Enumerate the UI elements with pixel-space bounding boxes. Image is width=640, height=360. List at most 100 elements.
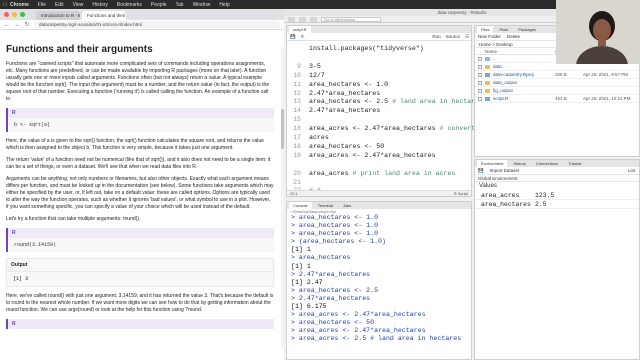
checkbox[interactable] <box>478 64 482 69</box>
file-modified: Apr 25, 2021, 9:57 PM <box>583 72 629 77</box>
menu-bookmarks[interactable]: Bookmarks <box>117 2 142 8</box>
env-scope-select[interactable]: Global Environment <box>475 175 639 182</box>
console-input-line: > area_hectares <- 1.0 <box>291 214 379 221</box>
reload-icon[interactable]: ↻ <box>24 21 30 28</box>
save-icon[interactable] <box>310 16 317 22</box>
folder-icon <box>485 64 490 69</box>
tab-packages[interactable]: Packages <box>514 26 540 33</box>
menu-app[interactable]: Chrome <box>10 2 29 8</box>
env-var-name: area_acres <box>481 192 520 199</box>
env-var-name: area_hectares <box>481 201 531 208</box>
file-type[interactable]: R Script <box>454 191 468 197</box>
checkbox[interactable] <box>478 88 482 93</box>
paragraph: Here, we've called round() with just one… <box>6 293 274 313</box>
save-icon[interactable]: 💾 <box>290 34 296 40</box>
code-line[interactable]: 3-5 <box>309 63 321 70</box>
code-line[interactable]: 2.47*area_hectares <box>309 107 380 114</box>
file-row[interactable]: data_output <box>475 79 639 87</box>
browser-tab-active[interactable]: Functions and their <box>82 11 126 20</box>
env-toolbar: 💾 Import Dataset List <box>475 167 639 175</box>
env-section-title: Values <box>479 183 497 189</box>
forward-icon[interactable]: → <box>14 22 20 28</box>
close-icon[interactable] <box>4 12 9 17</box>
code-line[interactable]: area_acres # print land area in acres <box>309 170 455 177</box>
checkbox[interactable] <box>478 80 482 85</box>
tab-strip: Introduction to R - B Functions and thei… <box>0 9 284 20</box>
env-row[interactable]: area_acres 123.5 <box>475 191 639 200</box>
tab-connections[interactable]: Connections <box>532 160 562 167</box>
apple-icon[interactable]:  <box>0 2 10 8</box>
code-block-label: R <box>8 228 274 238</box>
menu-view[interactable]: View <box>73 2 84 8</box>
tab-terminal[interactable]: Terminal <box>314 202 337 209</box>
tab-tutorial[interactable]: Tutorial <box>564 160 585 167</box>
tab-script[interactable]: script.R <box>289 26 311 33</box>
paragraph: Arguments can be anything, not only numb… <box>6 176 274 210</box>
save-icon[interactable]: 💾 <box>478 168 484 174</box>
tab-environment[interactable]: Environment <box>477 160 508 167</box>
tab-jobs[interactable]: Jobs <box>339 202 355 209</box>
file-row[interactable]: script.R 453 B Apr 25, 2021, 10:21 PM <box>475 95 639 103</box>
code-line[interactable]: acres <box>309 134 329 141</box>
source-editor: script.R 💾 ⚲ Run Source ☰ install.packag… <box>286 25 487 197</box>
console-input-line: > 2.47*area_hectares <box>291 294 371 302</box>
menu-icon[interactable]: ☰ <box>465 34 469 40</box>
code-line[interactable]: install.packages("tidyverse") <box>309 45 424 52</box>
file-name[interactable]: script.R <box>493 96 555 101</box>
folder-icon <box>485 80 490 85</box>
checkbox[interactable] <box>478 56 482 61</box>
tab-plots[interactable]: Plots <box>495 26 512 33</box>
open-file-icon[interactable] <box>299 16 306 22</box>
menu-help[interactable]: Help <box>219 2 229 8</box>
menu-edit[interactable]: Edit <box>55 2 64 8</box>
run-button[interactable]: Run <box>432 34 440 39</box>
file-name[interactable]: data_output <box>493 80 555 85</box>
file-row[interactable]: fig_output <box>475 87 639 95</box>
console-output[interactable]: > area_hectares <- 1.0 > area_hectares <-… <box>287 214 471 344</box>
file-name[interactable]: .. <box>493 56 555 61</box>
search-icon[interactable]: ⚲ <box>301 34 304 40</box>
code-line[interactable]: area_acres <- 2.47*area_hectares <box>309 152 436 159</box>
console-input-line: > area_hectares <box>291 254 351 262</box>
new-file-icon[interactable] <box>288 16 295 22</box>
col-name[interactable]: Name <box>485 48 555 54</box>
browser-tab[interactable]: Introduction to R - B <box>36 11 80 20</box>
new-folder-button[interactable]: New Folder <box>478 34 501 39</box>
console-input-line: > 2.47*area_hectares <box>291 270 371 278</box>
checkbox[interactable] <box>478 72 482 77</box>
tab-files[interactable]: Files <box>477 26 494 33</box>
code-line[interactable]: 12/7 <box>309 72 325 79</box>
delete-button[interactable]: Delete <box>507 34 520 39</box>
file-name[interactable]: fig_output <box>493 88 555 93</box>
menu-tab[interactable]: Tab <box>176 2 184 8</box>
menu-window[interactable]: Window <box>193 2 211 8</box>
file-name[interactable]: data <box>493 64 555 69</box>
file-size: 205 B <box>555 72 567 77</box>
tab-console[interactable]: Console <box>289 202 312 209</box>
code-line[interactable]: 2.47*area_hectares <box>309 90 380 97</box>
editor-status: 22:1 R Script <box>287 190 471 196</box>
view-mode-select[interactable]: List <box>628 168 635 173</box>
file-row[interactable]: data <box>475 63 639 71</box>
file-name[interactable]: data-carpentry.Rproj <box>493 72 555 77</box>
minimize-icon[interactable] <box>12 12 17 17</box>
console-output-line: [1] 1 <box>291 262 311 270</box>
code-line[interactable]: area_acres <- 2.47*area_hectares # conve… <box>309 125 487 132</box>
menu-history[interactable]: History <box>92 2 108 8</box>
url-field[interactable]: datacarpentry.org/r-socialsci/01-intro-t… <box>34 21 280 28</box>
code-line[interactable]: area_hectares <- 2.5 # land area in hect… <box>309 98 483 105</box>
menu-file[interactable]: File <box>38 2 46 8</box>
source-button[interactable]: Source <box>446 34 460 39</box>
menu-people[interactable]: People <box>151 2 167 8</box>
goto-file-input[interactable]: Go to file/function <box>321 16 381 22</box>
tab-history[interactable]: History <box>509 160 529 167</box>
zoom-icon[interactable] <box>20 12 25 17</box>
file-row[interactable]: data-carpentry.Rproj 205 B Apr 25, 2021, 9… <box>475 71 639 79</box>
back-icon[interactable]: ← <box>4 22 10 28</box>
import-dataset-button[interactable]: Import Dataset <box>490 168 520 173</box>
env-row[interactable]: area_hectares 2.5 <box>475 200 639 209</box>
code-line[interactable]: area_hectares <- 1.0 <box>309 81 388 88</box>
console-output-line: [1] 2.47 <box>291 278 323 286</box>
checkbox[interactable] <box>478 96 482 101</box>
code-line[interactable]: area_hectares <- 50 <box>309 143 384 150</box>
